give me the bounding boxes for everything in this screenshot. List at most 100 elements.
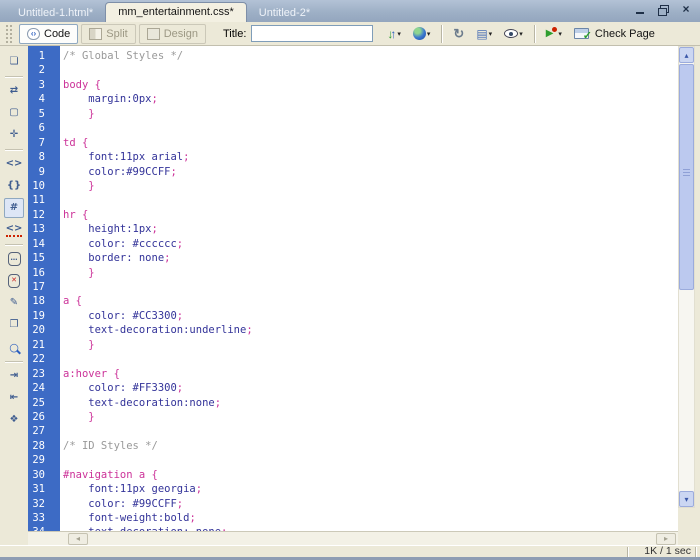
move-or-convert-css[interactable]: ○ bbox=[4, 337, 24, 357]
remove-comment-icon: ✕ bbox=[8, 274, 20, 288]
scroll-right-icon[interactable]: ▸ bbox=[656, 533, 676, 545]
vertical-scrollbar-thumb[interactable] bbox=[679, 64, 694, 290]
code-editor[interactable]: /* Global Styles */body { margin:0px; }t… bbox=[60, 46, 678, 531]
line-number: 31 bbox=[28, 482, 60, 496]
code-line[interactable]: body { bbox=[63, 78, 678, 92]
code-line[interactable]: text-decoration:none; bbox=[63, 396, 678, 410]
code-line[interactable]: color: #cccccc; bbox=[63, 237, 678, 251]
minimize-icon[interactable] bbox=[634, 4, 646, 16]
vertical-scrollbar[interactable]: ▴ ▾ bbox=[678, 46, 695, 508]
code-line[interactable]: text-decoration:underline; bbox=[63, 323, 678, 337]
line-number: 29 bbox=[28, 453, 60, 467]
file-management-button[interactable]: ↓ ↑ ▾ bbox=[382, 24, 406, 44]
code-line[interactable]: margin:0px; bbox=[63, 92, 678, 106]
status-bar: 1K / 1 sec bbox=[0, 545, 700, 557]
expand-all[interactable]: ✛ bbox=[4, 125, 24, 145]
line-number: 19 bbox=[28, 309, 60, 323]
code-line[interactable]: font:11px arial; bbox=[63, 150, 678, 164]
collapse-selection[interactable]: ▢ bbox=[4, 103, 24, 123]
line-number: 11 bbox=[28, 193, 60, 207]
design-view-icon bbox=[147, 28, 160, 40]
chevron-down-icon: ▾ bbox=[558, 27, 562, 43]
move-or-convert-css-icon: ○ bbox=[9, 342, 19, 353]
code-line[interactable]: font-weight:bold; bbox=[63, 511, 678, 525]
open-documents[interactable]: ❏ bbox=[4, 52, 24, 72]
indent-code[interactable]: ⇥ bbox=[4, 366, 24, 386]
scroll-up-icon[interactable]: ▴ bbox=[679, 47, 694, 63]
visual-aids-button[interactable]: ▾ bbox=[499, 24, 528, 44]
code-line[interactable]: } bbox=[63, 266, 678, 280]
view-options-button[interactable]: ▤ ▾ bbox=[471, 24, 497, 44]
code-line[interactable]: color: #FF3300; bbox=[63, 381, 678, 395]
indent-code-icon: ⇥ bbox=[10, 371, 18, 381]
recent-snippets[interactable]: ❐ bbox=[4, 315, 24, 335]
code-line[interactable]: font:11px georgia; bbox=[63, 482, 678, 496]
globe-icon bbox=[413, 27, 426, 40]
scroll-left-icon[interactable]: ◂ bbox=[68, 533, 88, 545]
code-line[interactable]: } bbox=[63, 410, 678, 424]
code-line[interactable] bbox=[63, 424, 678, 438]
line-numbers-icon: # bbox=[10, 203, 18, 213]
design-view-button[interactable]: Design bbox=[139, 24, 206, 44]
split-view-button[interactable]: Split bbox=[81, 24, 135, 44]
code-line[interactable]: a:hover { bbox=[63, 367, 678, 381]
outdent-code[interactable]: ⇤ bbox=[4, 388, 24, 408]
line-number: 17 bbox=[28, 280, 60, 294]
code-line[interactable]: a { bbox=[63, 294, 678, 308]
scroll-down-icon[interactable]: ▾ bbox=[679, 491, 694, 507]
collapse-full-tag[interactable]: ⇄ bbox=[4, 81, 24, 101]
document-title-input[interactable] bbox=[251, 25, 373, 42]
highlight-invalid-code[interactable]: <> bbox=[4, 220, 24, 240]
expand-all-icon: ✛ bbox=[10, 130, 18, 140]
validate-markup-button[interactable]: ▶ ▾ bbox=[541, 24, 567, 44]
code-line[interactable] bbox=[63, 193, 678, 207]
refresh-icon: ↻ bbox=[453, 26, 464, 42]
code-view-label: Code bbox=[44, 28, 70, 40]
line-number: 20 bbox=[28, 323, 60, 337]
code-line[interactable] bbox=[63, 63, 678, 77]
refresh-button[interactable]: ↻ bbox=[448, 24, 469, 44]
code-line[interactable] bbox=[63, 352, 678, 366]
code-line[interactable]: #navigation a { bbox=[63, 468, 678, 482]
tab-mm-entertainment-css[interactable]: mm_entertainment.css* bbox=[105, 2, 247, 22]
apply-comment[interactable]: … bbox=[4, 249, 24, 269]
code-view-button[interactable]: ‹› Code bbox=[19, 24, 78, 44]
outdent-code-icon: ⇤ bbox=[10, 393, 18, 403]
select-parent-tag[interactable]: <> bbox=[4, 154, 24, 174]
horizontal-scrollbar[interactable]: ◂ ▸ bbox=[28, 531, 678, 545]
code-line[interactable]: border: none; bbox=[63, 251, 678, 265]
check-page-button[interactable]: ✓ Check Page bbox=[569, 24, 660, 44]
balance-braces[interactable]: {} bbox=[4, 176, 24, 196]
code-line[interactable]: color: #99CCFF; bbox=[63, 497, 678, 511]
code-line[interactable]: } bbox=[63, 338, 678, 352]
format-source-code-icon: ❖ bbox=[10, 415, 19, 425]
line-number: 3 bbox=[28, 78, 60, 92]
line-numbers[interactable]: # bbox=[4, 198, 24, 218]
code-line[interactable]: color: #CC3300; bbox=[63, 309, 678, 323]
code-line[interactable]: color:#99CCFF; bbox=[63, 165, 678, 179]
tab-untitled-2[interactable]: Untitled-2* bbox=[247, 4, 322, 22]
tab-untitled-1-html[interactable]: Untitled-1.html* bbox=[6, 4, 105, 22]
code-line[interactable]: height:1px; bbox=[63, 222, 678, 236]
wrap-tag[interactable]: ✎ bbox=[4, 293, 24, 313]
line-number: 23 bbox=[28, 367, 60, 381]
restore-icon[interactable] bbox=[657, 4, 669, 16]
toolbar-grip-handle[interactable] bbox=[6, 25, 12, 43]
format-source-code[interactable]: ❖ bbox=[4, 410, 24, 430]
line-number: 27 bbox=[28, 424, 60, 438]
line-number: 12 bbox=[28, 208, 60, 222]
code-line[interactable]: /* ID Styles */ bbox=[63, 439, 678, 453]
code-line[interactable]: td { bbox=[63, 136, 678, 150]
code-line[interactable] bbox=[63, 453, 678, 467]
code-line[interactable]: /* Global Styles */ bbox=[63, 49, 678, 63]
code-line[interactable]: hr { bbox=[63, 208, 678, 222]
check-icon: ✓ bbox=[583, 29, 592, 42]
code-line[interactable]: } bbox=[63, 179, 678, 193]
code-line[interactable] bbox=[63, 121, 678, 135]
close-icon[interactable]: × bbox=[680, 4, 692, 16]
code-line[interactable] bbox=[63, 280, 678, 294]
remove-comment[interactable]: ✕ bbox=[4, 271, 24, 291]
preview-in-browser-button[interactable]: ▾ bbox=[408, 24, 436, 44]
highlight-invalid-code-icon: <> bbox=[6, 224, 23, 237]
code-line[interactable]: } bbox=[63, 107, 678, 121]
